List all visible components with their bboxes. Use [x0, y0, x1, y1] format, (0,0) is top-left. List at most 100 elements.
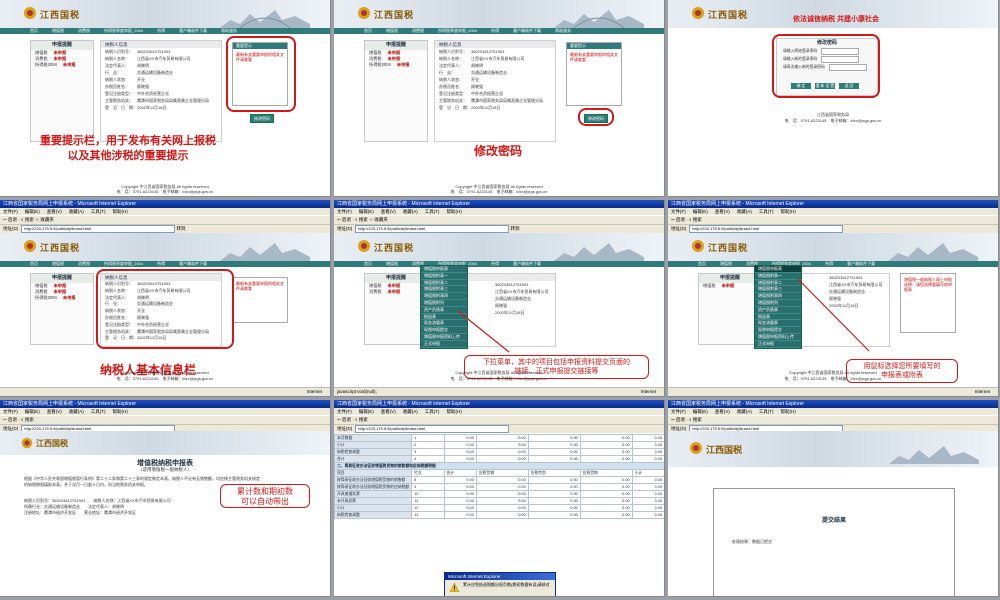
address-input[interactable]: http://220.175.5.9/publicity/brand.html [355, 425, 510, 433]
amount-input[interactable]: 0.00 [443, 434, 477, 442]
amount-input[interactable]: 0.00 [631, 441, 664, 449]
menu-item[interactable]: 编辑(E) [25, 209, 40, 214]
nav-item[interactable]: 帮助服务 [221, 28, 237, 33]
dropdown-item[interactable]: 增值税附表四 [421, 293, 467, 300]
amount-input[interactable]: 0.00 [475, 441, 529, 449]
go-button[interactable]: 转到 [511, 226, 520, 231]
amount-input[interactable]: 0.00 [579, 497, 633, 505]
amount-input[interactable]: 0.00 [631, 483, 664, 491]
nav-item[interactable]: 所得 [825, 261, 833, 266]
notice-body[interactable]: 最新有关重要申报的相关文件请查看 [236, 281, 284, 291]
search-button[interactable]: 搜索 [25, 217, 34, 222]
amount-input[interactable]: 0.00 [443, 483, 477, 491]
nav-item[interactable]: 首页 [30, 28, 38, 33]
menu-item[interactable]: 工具(T) [91, 409, 106, 414]
menu-item[interactable]: 工具(T) [91, 209, 106, 214]
nav-item[interactable]: 增值税 [386, 261, 398, 266]
amount-input[interactable]: 0.00 [527, 504, 581, 512]
amount-input[interactable]: 0.00 [443, 441, 477, 449]
amount-input[interactable]: 0.00 [631, 476, 664, 484]
back-button[interactable]: 后退 [8, 217, 17, 222]
menu-item[interactable]: 收藏(A) [69, 409, 84, 414]
amount-input[interactable]: 0.00 [527, 511, 581, 519]
nav-item[interactable]: 所得税季度申报_2004 [438, 28, 477, 33]
dropdown-item[interactable]: 增值税附表一 [421, 273, 467, 280]
menu-item[interactable]: 文件(F) [337, 409, 352, 414]
nav-item[interactable]: 首页 [30, 261, 38, 266]
amount-input[interactable]: 0.00 [527, 497, 581, 505]
menu-item[interactable]: 收藏(A) [403, 409, 418, 414]
amount-input[interactable]: 0.00 [443, 490, 477, 498]
search-button[interactable]: 搜索 [359, 417, 368, 422]
amount-input[interactable]: 0.00 [579, 490, 633, 498]
reminder-row[interactable]: 所得税2004 未申报 [31, 295, 93, 301]
menu-item[interactable]: 帮助(H) [113, 409, 128, 414]
menu-item[interactable]: 查看(V) [47, 209, 62, 214]
nav-item[interactable]: 消费税 [412, 28, 424, 33]
address-input[interactable]: http://220.175.5.9/publicity/brand.html [689, 225, 844, 233]
amount-input[interactable]: 0.00 [631, 504, 664, 512]
menu-item[interactable]: 文件(F) [3, 209, 18, 214]
amount-input[interactable]: 0.00 [527, 441, 581, 449]
amount-input[interactable]: 0.00 [475, 434, 529, 442]
menu-item[interactable]: 查看(V) [381, 409, 396, 414]
menu-item[interactable]: 编辑(E) [693, 409, 708, 414]
nav-item[interactable]: 所得 [491, 261, 499, 266]
back-button[interactable]: 后退 [676, 217, 685, 222]
change-password-button[interactable]: 修改密码 [250, 114, 274, 123]
favorites-button[interactable]: 收藏夹 [40, 217, 54, 222]
menu-item[interactable]: 收藏(A) [737, 209, 752, 214]
address-input[interactable]: http://220.175.5.9/publicity/brand.html [355, 225, 510, 233]
nav-item[interactable]: 客户端软件下载 [179, 261, 207, 266]
nav-item[interactable]: 增值税 [52, 28, 64, 33]
nav-item[interactable]: 客户端软件下载 [179, 28, 207, 33]
nav-item[interactable]: 帮助服务 [555, 28, 571, 33]
menu-item[interactable]: 编辑(E) [25, 409, 40, 414]
reminder-row[interactable]: 消费税 未申报 [365, 289, 427, 295]
amount-input[interactable]: 0.00 [579, 455, 633, 463]
amount-input[interactable]: 0.00 [631, 497, 664, 505]
nav-item[interactable]: 所得税季度申报_2004 [104, 261, 143, 266]
amount-input[interactable]: 0.00 [475, 490, 529, 498]
menu-item[interactable]: 查看(V) [381, 209, 396, 214]
dropdown-item[interactable]: 增值税申报表 [421, 266, 467, 273]
nav-item[interactable]: 客户端软件下载 [513, 261, 541, 266]
nav-item[interactable]: 增值税 [52, 261, 64, 266]
amount-input[interactable]: 0.00 [443, 476, 477, 484]
menu-item[interactable]: 帮助(H) [447, 209, 462, 214]
amount-input[interactable]: 0.00 [443, 511, 477, 519]
nav-item[interactable]: 所得 [157, 28, 165, 33]
dropdown-item[interactable]: 增值税附表三 [421, 286, 467, 294]
favorites-button[interactable]: 收藏夹 [374, 217, 388, 222]
address-input[interactable]: http://220.175.5.9/publicity/brand.html [21, 225, 176, 233]
amount-input[interactable]: 0.00 [579, 434, 633, 442]
menu-item[interactable]: 文件(F) [337, 209, 352, 214]
menu-item[interactable]: 工具(T) [425, 409, 440, 414]
amount-input[interactable]: 0.00 [527, 490, 581, 498]
amount-input[interactable]: 0.00 [579, 448, 633, 456]
reminder-row[interactable]: 所得税2004 未申报 [365, 62, 427, 68]
go-button[interactable]: 转到 [177, 226, 186, 231]
amount-input[interactable]: 0.00 [527, 476, 581, 484]
search-button[interactable]: 搜索 [693, 417, 702, 422]
menu-item[interactable]: 工具(T) [425, 209, 440, 214]
amount-input[interactable]: 0.00 [475, 504, 529, 512]
menu-item[interactable]: 收藏(A) [403, 209, 418, 214]
nav-item[interactable]: 首页 [364, 261, 372, 266]
menu-item[interactable]: 文件(F) [3, 409, 18, 414]
nav-item[interactable]: 所得税季度申报_2004 [104, 28, 143, 33]
amount-input[interactable]: 0.00 [527, 448, 581, 456]
amount-input[interactable]: 0.00 [631, 455, 664, 463]
menu-item[interactable]: 查看(V) [47, 409, 62, 414]
amount-input[interactable]: 0.00 [631, 448, 664, 456]
back-button[interactable]: 后退 [8, 417, 17, 422]
amount-input[interactable]: 0.00 [443, 455, 477, 463]
amount-input[interactable]: 0.00 [475, 497, 529, 505]
menu-item[interactable]: 帮助(H) [447, 409, 462, 414]
amount-input[interactable]: 0.00 [527, 434, 581, 442]
back-button[interactable]: 后退 [676, 417, 685, 422]
nav-item[interactable]: 增值税 [720, 261, 732, 266]
menu-item[interactable]: 收藏(A) [69, 209, 84, 214]
nav-item[interactable]: 消费税 [78, 28, 90, 33]
amount-input[interactable]: 0.00 [475, 455, 529, 463]
